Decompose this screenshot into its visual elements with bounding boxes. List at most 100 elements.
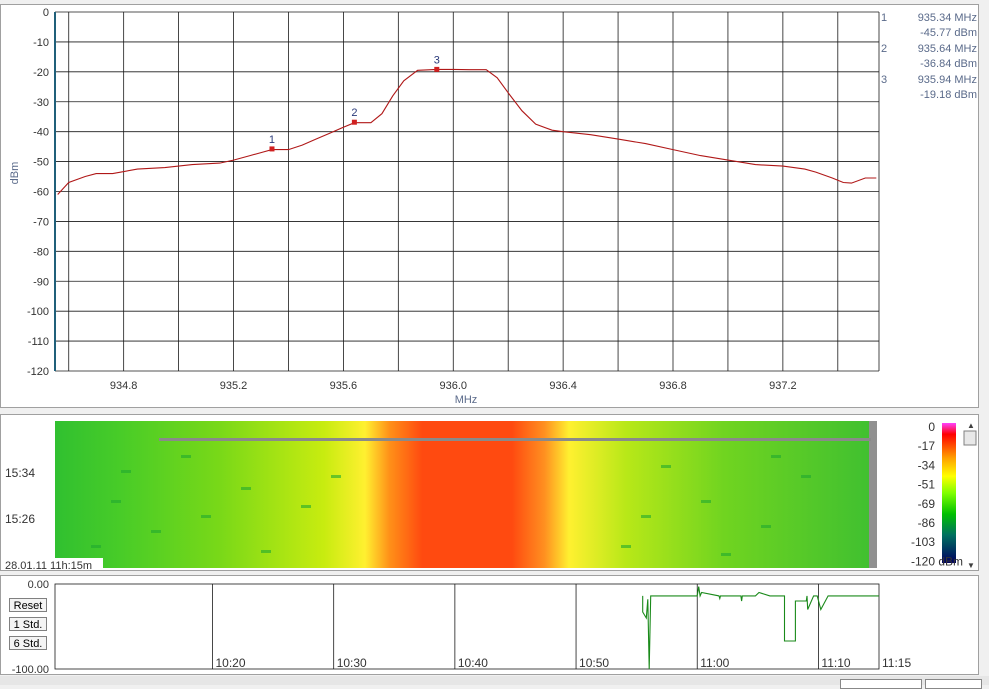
waterfall-timestamp: 28.01.11 11h:15m bbox=[5, 560, 92, 570]
waterfall-noise-speck bbox=[331, 475, 341, 478]
spectrum-y-tick-label: -90 bbox=[33, 276, 49, 288]
timeline-x-tick-label: 10:20 bbox=[216, 656, 246, 670]
waterfall-noise-speck bbox=[301, 505, 311, 508]
marker-readout-id: 3 bbox=[881, 74, 888, 86]
waterfall-noise-speck bbox=[761, 525, 771, 528]
marker-readout-level: -45.77 dBm bbox=[920, 27, 977, 39]
waterfall-panel: 15:34 15:26 28.01.11 11h:15m 0 -17 -34 -51 -… bbox=[0, 414, 979, 571]
marker-readout-level: -19.18 dBm bbox=[920, 89, 977, 101]
marker-readout-freq: 935.94 MHz bbox=[917, 74, 977, 86]
timeline-x-tick-label: 10:30 bbox=[337, 656, 367, 670]
six-std-button[interactable]: 6 Std. bbox=[9, 636, 47, 650]
one-std-button[interactable]: 1 Std. bbox=[9, 617, 47, 631]
marker-readout-entry-1: 1 935.34 MHz -45.77 dBm bbox=[881, 11, 979, 42]
colorbar-tick-label: -103 bbox=[911, 535, 935, 549]
timeline-y-tick-label: 0.00 bbox=[28, 579, 49, 591]
status-strip bbox=[0, 676, 989, 689]
timeline-x-tick-label: 11:00 bbox=[700, 656, 729, 670]
marker-readout-freq: 935.34 MHz bbox=[917, 12, 977, 24]
spectrum-x-tick-label: 936.4 bbox=[549, 380, 577, 392]
colorbar-tick-label: -17 bbox=[918, 439, 936, 453]
waterfall-noise-speck bbox=[261, 550, 271, 553]
spectrum-y-tick-labels: 0 -10 -20 -30 -40 -50 -60 -70 -80 -90 -100 -110 -120 bbox=[27, 7, 49, 378]
waterfall-noise-speck bbox=[621, 545, 631, 548]
colorbar-tick-label: 0 bbox=[928, 420, 935, 434]
spectrum-y-tick-label: -20 bbox=[33, 67, 49, 79]
colorbar-slider-handle[interactable] bbox=[963, 430, 977, 446]
marker-readout-entry-2: 2 935.64 MHz -36.84 dBm bbox=[881, 42, 979, 73]
spectrum-y-tick-label: 0 bbox=[43, 7, 49, 19]
colorbar-tick-label: -69 bbox=[918, 497, 936, 511]
timeline-x-tick-label: 11:10 bbox=[821, 656, 850, 670]
marker-readout-entry-3: 3 935.94 MHz -19.18 dBm bbox=[881, 73, 979, 104]
timeline-y-tick-label: -100.00 bbox=[12, 664, 49, 674]
spectrum-y-tick-label: -120 bbox=[27, 366, 49, 378]
marker-readout-id: 2 bbox=[881, 43, 888, 55]
reset-button[interactable]: Reset bbox=[9, 598, 47, 612]
colorbar-tick-label: -51 bbox=[918, 478, 936, 492]
spectrum-y-tick-label: -10 bbox=[33, 37, 49, 49]
waterfall-noise-speck bbox=[641, 515, 651, 518]
waterfall-time-label: 15:26 bbox=[5, 512, 35, 526]
colorbar-tick-label: -120 dBm bbox=[911, 554, 963, 568]
spectrum-x-tick-label: 936.0 bbox=[440, 380, 468, 392]
waterfall-noise-speck bbox=[121, 470, 131, 473]
spectrum-x-tick-labels: 934.8 935.2 935.6 936.0 936.4 936.8 937.2 bbox=[110, 380, 797, 392]
spectrum-marker-point bbox=[434, 66, 440, 72]
spectrum-marker-point bbox=[351, 119, 357, 125]
waterfall-noise-speck bbox=[721, 553, 731, 556]
waterfall-noise-speck bbox=[151, 530, 161, 533]
spectrum-y-tick-label: -70 bbox=[33, 216, 49, 228]
spectrum-x-tick-label: 937.2 bbox=[769, 380, 797, 392]
colorbar-down-arrow-icon[interactable]: ▼ bbox=[967, 561, 975, 570]
waterfall-noise-speck bbox=[201, 515, 211, 518]
waterfall-time-label: 15:34 bbox=[5, 466, 35, 480]
waterfall-right-edge bbox=[869, 421, 877, 568]
timeline-tick-labels: 10:20 10:30 10:40 10:50 11:00 11:10 11:15 0.00 -… bbox=[12, 579, 912, 674]
waterfall-noise-speck bbox=[701, 500, 711, 503]
waterfall-noise-speck bbox=[661, 465, 671, 468]
spectrum-y-tick-label: -100 bbox=[27, 306, 49, 318]
spectrum-x-tick-label: 935.2 bbox=[220, 380, 248, 392]
spectrum-x-tick-label: 936.8 bbox=[659, 380, 687, 392]
spectrum-x-tick-label: 934.8 bbox=[110, 380, 138, 392]
spectrum-chart: 0 -10 -20 -30 -40 -50 -60 -70 -80 -90 -100 -110 -120… bbox=[9, 7, 880, 406]
status-field bbox=[840, 679, 922, 689]
waterfall-noise-speck bbox=[241, 487, 251, 490]
timeline-chart: 10:20 10:30 10:40 10:50 11:00 11:10 11:15 0.00 -… bbox=[12, 579, 912, 674]
spectrum-marker-label: 2 bbox=[351, 107, 357, 119]
marker-readout-freq: 935.64 MHz bbox=[917, 43, 977, 55]
timeline-x-tick-label: 11:15 bbox=[882, 656, 911, 670]
waterfall-noise-speck bbox=[111, 500, 121, 503]
colorbar-tick-label: -34 bbox=[918, 458, 936, 472]
marker-readout-id: 1 bbox=[881, 12, 888, 24]
timeline-x-tick-label: 10:50 bbox=[579, 656, 609, 670]
spectrum-y-tick-label: -60 bbox=[33, 187, 49, 199]
spectrum-x-axis-label: MHz bbox=[455, 394, 478, 406]
spectrum-markers: 1 2 3 bbox=[269, 54, 440, 152]
spectrum-y-tick-label: -50 bbox=[33, 157, 49, 169]
waterfall-noise-speck bbox=[771, 455, 781, 458]
spectrum-y-tick-label: -30 bbox=[33, 97, 49, 109]
timeline-x-tick-label: 10:40 bbox=[458, 656, 488, 670]
spectrum-marker-label: 1 bbox=[269, 134, 275, 146]
spectrum-y-tick-label: -40 bbox=[33, 127, 49, 139]
colorbar-up-arrow-icon[interactable]: ▲ bbox=[967, 421, 975, 430]
spectrum-y-tick-label: -80 bbox=[33, 246, 49, 258]
colorbar-tick-label: -86 bbox=[918, 516, 936, 530]
waterfall-noise-speck bbox=[801, 475, 811, 478]
waterfall-noise-speck bbox=[91, 545, 101, 548]
spectrum-marker-point bbox=[269, 146, 275, 152]
spectrum-grid bbox=[54, 11, 880, 372]
marker-readout-level: -36.84 dBm bbox=[920, 58, 977, 70]
spectrum-panel: 0 -10 -20 -30 -40 -50 -60 -70 -80 -90 -100 -110 -120… bbox=[0, 4, 979, 408]
colorbar bbox=[942, 423, 956, 563]
waterfall-noise-speck bbox=[181, 455, 191, 458]
waterfall-time-marker-line bbox=[159, 438, 871, 441]
waterfall-heatmap bbox=[55, 421, 871, 568]
spectrum-marker-label: 3 bbox=[434, 54, 440, 66]
timeline-panel: 10:20 10:30 10:40 10:50 11:00 11:10 11:15 0.00 -… bbox=[0, 575, 979, 675]
waterfall-chart: 15:34 15:26 28.01.11 11h:15m 0 -17 -34 -51 -… bbox=[3, 420, 977, 570]
marker-readout: 1 935.34 MHz -45.77 dBm 2 935.64 MHz -36… bbox=[881, 11, 979, 104]
status-field bbox=[925, 679, 982, 689]
